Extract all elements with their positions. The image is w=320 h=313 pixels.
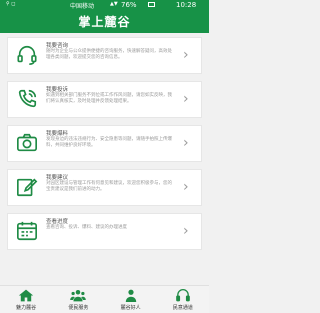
- card-suggestion[interactable]: 我要建议 对园区建设与管理工作有何意见和建议，欢迎您积极参与，您的宝贵建议是我们…: [7, 169, 202, 206]
- signal-icon: ▲▼: [110, 1, 118, 7]
- card-title: 我要咨询: [46, 43, 69, 49]
- card-title: 我要投诉: [46, 87, 69, 93]
- battery-icon: [148, 2, 155, 7]
- card-desc: 如遇到相关部门服务不到位或工作作风问题，请您如实反映，我们将认真核实，及时处理并…: [46, 93, 172, 104]
- nav-item-charm[interactable]: 魅力麓谷: [0, 286, 52, 313]
- phone-icon: [16, 88, 38, 110]
- card-consult[interactable]: 我要咨询 随时为企业与公众提供便捷的咨询服务，快速解答疑问，高效处理各类问题，欢…: [7, 37, 202, 74]
- people-icon: [70, 289, 87, 302]
- chevron-right-icon: ›: [183, 91, 189, 107]
- card-desc: 发现身边的违法违规行为、安全隐患等问题，请随手拍照上传爆料，共同维护良好环境。: [46, 137, 172, 148]
- chevron-right-icon: ›: [183, 223, 189, 239]
- status-time: 10:28: [176, 1, 197, 9]
- pencil-icon: [16, 176, 38, 198]
- page-title: 掌上麓谷: [78, 14, 131, 29]
- card-desc: 对园区建设与管理工作有何意见和建议，欢迎您积极参与，您的宝贵建议是我们前进的动力…: [46, 181, 172, 192]
- bottom-nav: 魅力麓谷 便民服务 麓谷好人 民意通道: [0, 285, 209, 313]
- card-desc: 随时为企业与公众提供便捷的咨询服务，快速解答疑问，高效处理各类问题，欢迎提交您的…: [46, 49, 172, 60]
- card-title: 我要建议: [46, 175, 69, 181]
- chevron-right-icon: ›: [183, 179, 189, 195]
- nav-item-public-opinion[interactable]: 民意通道: [157, 286, 209, 313]
- nav-item-service[interactable]: 便民服务: [52, 286, 104, 313]
- card-progress[interactable]: 查看进度 查看咨询、投诉、爆料、建议的办理进度 ›: [7, 213, 202, 250]
- headset-icon: [175, 288, 191, 302]
- camera-icon: [16, 132, 38, 154]
- headset-icon: [16, 44, 38, 66]
- nav-label: 麓谷好人: [120, 304, 141, 311]
- status-left-icons: ⚲ ◻: [6, 1, 16, 7]
- battery-percent: 76%: [121, 1, 137, 9]
- person-icon: [123, 289, 139, 302]
- card-desc: 查看咨询、投诉、爆料、建议的办理进度: [46, 225, 127, 230]
- status-bar: ⚲ ◻ 中国移动 ▲▼ 76% 10:28: [0, 0, 209, 10]
- service-list: 我要咨询 随时为企业与公众提供便捷的咨询服务，快速解答疑问，高效处理各类问题，欢…: [7, 37, 202, 257]
- home-icon: [18, 289, 34, 302]
- chevron-right-icon: ›: [183, 47, 189, 63]
- chevron-right-icon: ›: [183, 135, 189, 151]
- nav-label: 魅力麓谷: [16, 304, 37, 311]
- card-complaint[interactable]: 我要投诉 如遇到相关部门服务不到位或工作作风问题，请您如实反映，我们将认真核实，…: [7, 81, 202, 118]
- page-title-bar: 掌上麓谷: [0, 9, 209, 33]
- nav-label: 民意通道: [172, 304, 193, 311]
- nav-label: 便民服务: [68, 304, 89, 311]
- card-title: 查看进度: [46, 219, 69, 225]
- calendar-icon: [16, 220, 38, 242]
- card-report[interactable]: 我要爆料 发现身边的违法违规行为、安全隐患等问题，请随手拍照上传爆料，共同维护良…: [7, 125, 202, 162]
- nav-item-good-people[interactable]: 麓谷好人: [105, 286, 157, 313]
- card-title: 我要爆料: [46, 131, 69, 137]
